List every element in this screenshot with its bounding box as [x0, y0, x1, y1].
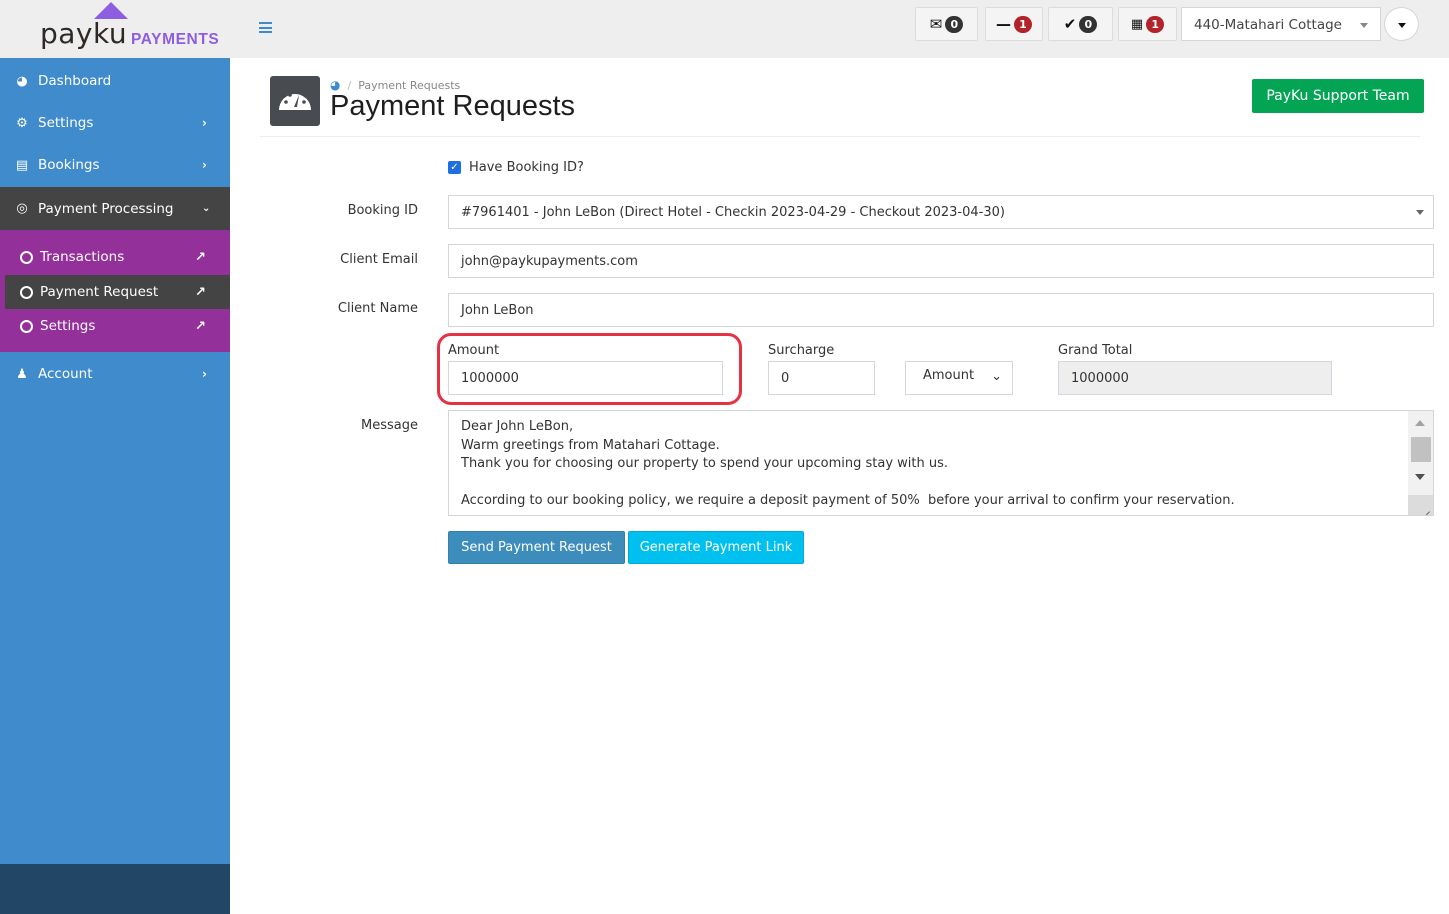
client-name-input[interactable]: John LeBon [448, 293, 1434, 327]
header-divider [260, 136, 1420, 137]
grand-total-label: Grand Total [1058, 343, 1133, 358]
logo[interactable]: payku PAYMENTS [0, 0, 230, 58]
caret-down-icon [1398, 23, 1406, 28]
sidebar-item-dashboard[interactable]: ◕ Dashboard [0, 60, 230, 102]
surcharge-type-select[interactable]: Amount ⌄ [905, 361, 1013, 395]
caret-down-icon [1416, 210, 1424, 215]
message-line: Thank you for choosing our property to s… [461, 456, 949, 471]
user-menu-toggle[interactable] [1384, 7, 1419, 41]
sidebar-item-label: Dashboard [38, 73, 112, 89]
send-payment-request-button[interactable]: Send Payment Request [448, 531, 625, 564]
logo-suffix: PAYMENTS [131, 31, 220, 48]
scroll-down-arrow-icon[interactable] [1415, 474, 1425, 480]
chevron-right-icon: › [202, 367, 207, 381]
scroll-thumb[interactable] [1411, 437, 1431, 462]
sidebar-item-label: Bookings [38, 157, 100, 173]
sidebar-item-settings[interactable]: ⚙ Settings › [0, 102, 230, 144]
surcharge-input[interactable]: 0 [768, 361, 875, 395]
submenu-item-label: Settings [40, 318, 96, 334]
submenu-item-label: Payment Request [40, 284, 159, 300]
support-team-button[interactable]: PayKu Support Team [1252, 79, 1424, 113]
booking-id-label: Booking ID [347, 203, 418, 218]
generate-payment-link-button[interactable]: Generate Payment Link [628, 531, 804, 564]
calendar-button[interactable]: ▦ 1 [1118, 7, 1177, 41]
submenu-item-settings[interactable]: Settings ↗ [0, 309, 230, 343]
id-card-icon: ▤ [15, 157, 29, 173]
property-select[interactable]: 440-Matahari Cottage [1181, 7, 1381, 41]
messages-button[interactable]: ✉ 0 [915, 7, 978, 41]
grand-total-value: 1000000 [1071, 370, 1129, 386]
amount-highlight-annotation [437, 333, 742, 405]
chevron-down-icon: ⌄ [202, 203, 211, 214]
message-line [461, 474, 1421, 493]
user-icon: ♟ [16, 366, 28, 382]
submenu-item-payment-request[interactable]: Payment Request ↗ [5, 275, 230, 309]
chevron-right-icon: › [202, 158, 207, 172]
check-icon: ✔ [1063, 14, 1077, 33]
sidebar-item-label: Payment Processing [38, 200, 174, 217]
minus-icon: — [996, 14, 1011, 33]
pending-button[interactable]: — 1 [985, 7, 1043, 41]
resize-grip-icon[interactable] [1408, 495, 1433, 515]
sidebar-item-payment-processing[interactable]: ◎ Payment Processing ⌄ [0, 187, 230, 230]
envelope-open-icon: ✉ [929, 14, 943, 33]
dashboard-icon: ◕ [16, 73, 28, 89]
gear-icon: ⚙ [16, 115, 28, 131]
sidebar-item-label: Account [38, 366, 93, 382]
completed-count-badge: 0 [1079, 15, 1098, 33]
submenu-item-transactions[interactable]: Transactions ↗ [0, 240, 230, 274]
external-link-icon: ↗ [195, 249, 206, 265]
speedometer-icon [270, 76, 320, 126]
booking-id-select[interactable]: #7961401 - John LeBon (Direct Hotel - Ch… [448, 195, 1434, 229]
target-icon: ◎ [16, 201, 28, 216]
logo-text: payku [40, 17, 128, 50]
have-booking-id-row[interactable]: ✓ Have Booking ID? [448, 160, 584, 175]
message-line: Warm greetings from Matahari Cottage. [461, 437, 720, 453]
completed-button[interactable]: ✔ 0 [1048, 7, 1113, 41]
page-title: Payment Requests [330, 90, 576, 122]
circle-icon [20, 319, 33, 333]
circle-icon [20, 250, 33, 264]
payment-processing-submenu: Transactions ↗ Payment Request ↗ Setting… [0, 230, 230, 352]
have-booking-id-checkbox[interactable]: ✓ [448, 161, 461, 174]
booking-id-value: #7961401 - John LeBon (Direct Hotel - Ch… [461, 204, 1005, 220]
message-line: According to our booking policy, we requ… [461, 493, 1235, 508]
client-name-value: John LeBon [461, 302, 534, 318]
surcharge-value: 0 [781, 370, 790, 386]
chevron-down-icon: ⌄ [991, 369, 1002, 384]
hamburger-icon[interactable] [259, 22, 272, 33]
calendar-count-badge: 1 [1146, 15, 1165, 33]
grand-total-input: 1000000 [1058, 361, 1332, 395]
top-navbar: payku PAYMENTS ✉ 0 — 1 ✔ 0 ▦ 1 440-Matah… [0, 0, 1449, 58]
sidebar: ◕ Dashboard ⚙ Settings › ▤ Bookings › ◎ … [0, 58, 230, 914]
client-email-value: john@paykupayments.com [461, 253, 638, 269]
calendar-icon: ▦ [1130, 16, 1144, 32]
circle-icon [20, 285, 33, 299]
surcharge-type-value: Amount [923, 368, 975, 383]
client-name-label: Client Name [337, 301, 418, 316]
message-label: Message [361, 418, 418, 433]
caret-down-icon [1360, 23, 1368, 28]
scroll-up-arrow-icon[interactable] [1415, 420, 1425, 426]
sidebar-item-bookings[interactable]: ▤ Bookings › [0, 144, 230, 186]
submenu-item-label: Transactions [40, 249, 125, 265]
external-link-icon: ↗ [195, 318, 206, 334]
message-scrollbar[interactable] [1408, 411, 1433, 515]
client-email-label: Client Email [340, 252, 418, 267]
surcharge-label: Surcharge [768, 343, 835, 358]
property-select-value: 440-Matahari Cottage [1194, 17, 1342, 33]
messages-count-badge: 0 [945, 15, 964, 33]
have-booking-id-label: Have Booking ID? [469, 160, 584, 175]
chevron-right-icon: › [202, 116, 207, 130]
client-email-input[interactable]: john@paykupayments.com [448, 244, 1434, 278]
external-link-icon: ↗ [195, 284, 206, 300]
pending-count-badge: 1 [1014, 15, 1032, 33]
sidebar-item-label: Settings [38, 115, 94, 131]
sidebar-footer [0, 864, 230, 914]
sidebar-item-account[interactable]: ♟ Account › [0, 353, 230, 395]
message-textarea[interactable]: Dear John LeBon, Warm greetings from Mat… [448, 410, 1434, 516]
message-line: Dear John LeBon, [461, 419, 574, 434]
